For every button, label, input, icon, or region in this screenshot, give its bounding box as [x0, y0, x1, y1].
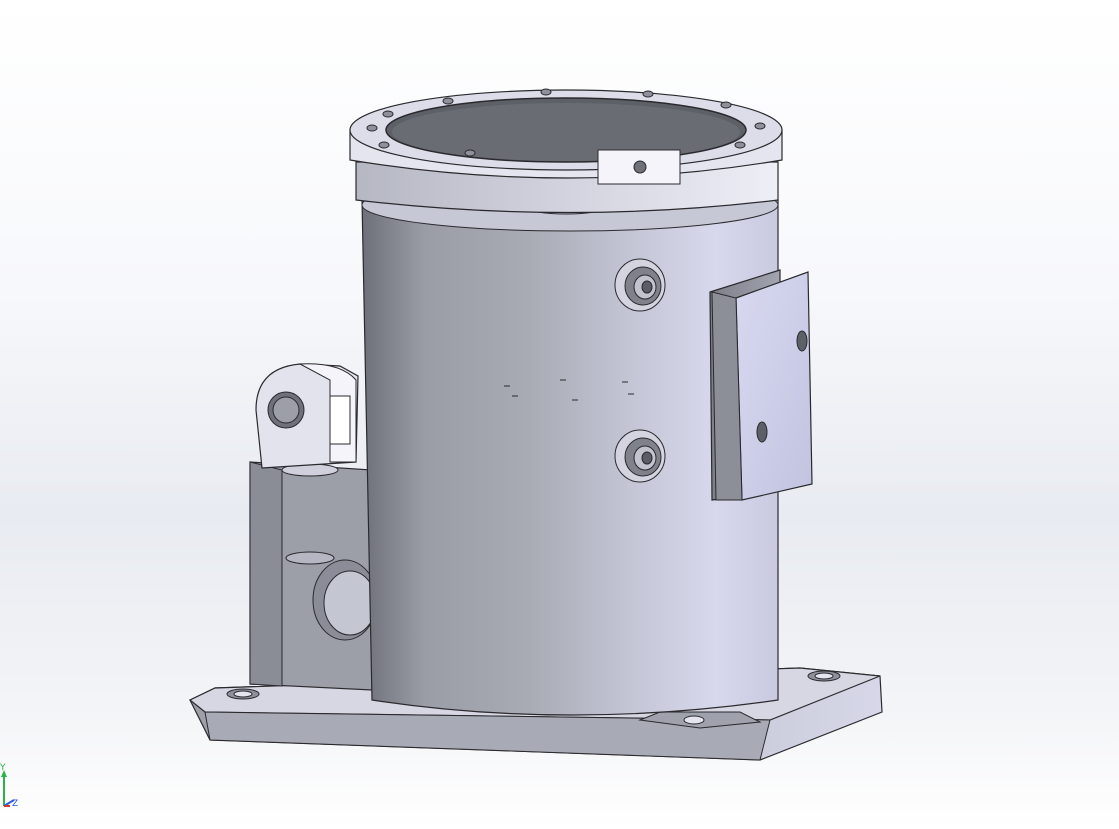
- graphics-viewport[interactable]: Y Z: [0, 0, 1119, 829]
- port-upper: [614, 258, 666, 312]
- top-flange: [349, 88, 783, 214]
- 3d-model-view[interactable]: [0, 0, 1119, 829]
- triad-y-label: Y: [0, 763, 6, 773]
- port-lower: [614, 429, 666, 483]
- view-orientation-triad[interactable]: Y Z: [0, 760, 40, 820]
- side-mount-plate: [709, 269, 813, 501]
- side-boss: [249, 363, 378, 691]
- triad-z-label: Z: [12, 799, 18, 809]
